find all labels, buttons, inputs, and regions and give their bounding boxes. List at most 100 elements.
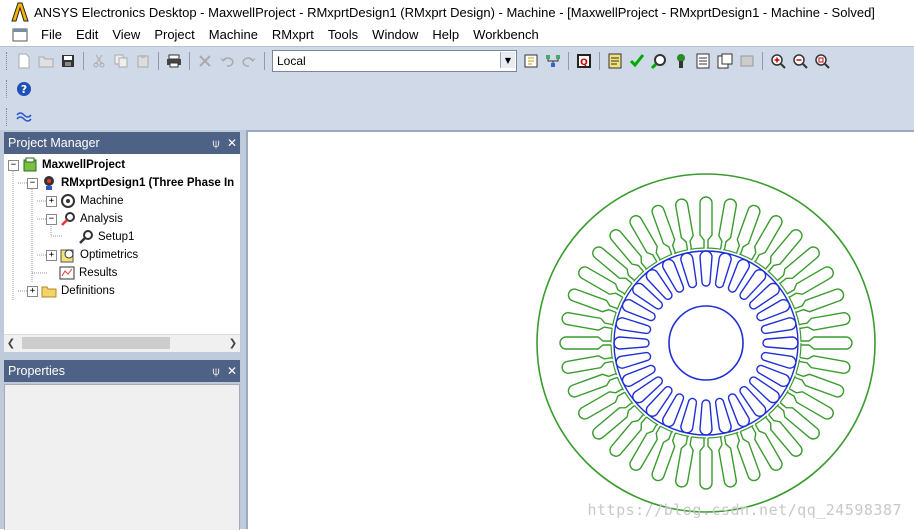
tree-item-project[interactable]: − MaxwellProject xyxy=(8,156,125,174)
menu-file[interactable]: File xyxy=(34,24,69,46)
menu-rmxprt[interactable]: RMxprt xyxy=(265,24,321,46)
scroll-left-icon[interactable]: ❮ xyxy=(4,335,18,352)
tree-item-definitions[interactable]: + Definitions xyxy=(27,282,115,300)
tree-item-analysis[interactable]: − Analysis xyxy=(46,210,123,228)
validate-icon[interactable] xyxy=(627,51,647,71)
stator-slot xyxy=(592,246,635,285)
redo-icon[interactable] xyxy=(239,51,259,71)
window-title: ANSYS Electronics Desktop - MaxwellProje… xyxy=(34,4,875,20)
collapse-icon[interactable]: − xyxy=(46,213,57,225)
tree-item-label: MaxwellProject xyxy=(42,159,126,171)
rotor-slot-outline xyxy=(632,376,663,404)
tree-item-label: Analysis xyxy=(80,213,123,225)
collapse-icon[interactable]: − xyxy=(27,177,38,189)
scroll-right-icon[interactable]: ❯ xyxy=(226,335,240,352)
tree-item-optimetrics[interactable]: + Optimetrics xyxy=(46,246,138,264)
analysis-icon xyxy=(61,212,75,226)
expand-icon[interactable]: + xyxy=(46,249,57,261)
help-icon[interactable]: ? xyxy=(14,79,34,99)
properties-header: Properties ⍦ ✕ xyxy=(4,360,240,382)
copy-icon[interactable] xyxy=(111,51,131,71)
pin-icon[interactable]: ⍦ xyxy=(208,136,224,151)
stator-slot-outline xyxy=(675,436,694,488)
stator-slot xyxy=(561,355,613,374)
stator-slot xyxy=(786,388,834,420)
delete-icon[interactable] xyxy=(195,51,215,71)
rotor-slot xyxy=(762,336,799,350)
stator-slot xyxy=(699,196,713,248)
queue-icon[interactable]: Q xyxy=(574,51,594,71)
tree-item-setup1[interactable]: Setup1 xyxy=(78,228,134,246)
stator-slot xyxy=(578,388,626,420)
zoom-fit-icon[interactable] xyxy=(812,51,832,71)
open-folder-icon[interactable] xyxy=(36,51,56,71)
solution-data-icon[interactable] xyxy=(671,51,691,71)
winding-editor-icon[interactable] xyxy=(14,107,34,127)
scroll-thumb[interactable] xyxy=(22,337,170,349)
disabled-tool-icon[interactable] xyxy=(737,51,757,71)
design-properties-icon[interactable] xyxy=(605,51,625,71)
cut-icon[interactable] xyxy=(89,51,109,71)
menu-machine[interactable]: Machine xyxy=(202,24,265,46)
chevron-down-icon[interactable]: ▼ xyxy=(500,52,515,68)
expand-icon[interactable]: + xyxy=(46,195,57,207)
stator-slot-outline xyxy=(735,431,761,482)
close-icon[interactable]: ✕ xyxy=(224,364,240,378)
report-icon[interactable] xyxy=(693,51,713,71)
stator-slot xyxy=(764,414,803,457)
new-file-icon[interactable] xyxy=(14,51,34,71)
network-icon[interactable] xyxy=(543,51,563,71)
pin-icon[interactable]: ⍦ xyxy=(208,364,224,379)
save-icon[interactable] xyxy=(58,51,78,71)
tree-item-design[interactable]: − RMxprtDesign1 (Three Phase In xyxy=(27,174,234,192)
stator-slot xyxy=(794,288,845,314)
title-bar: ANSYS Electronics Desktop - MaxwellProje… xyxy=(0,0,914,24)
paste-icon[interactable] xyxy=(133,51,153,71)
rotor-slot-outline xyxy=(756,299,791,322)
menu-view[interactable]: View xyxy=(105,24,147,46)
tree-item-label: Machine xyxy=(80,195,124,207)
analyze-icon[interactable] xyxy=(649,51,669,71)
menu-edit[interactable]: Edit xyxy=(69,24,105,46)
stator-slot xyxy=(718,198,737,250)
zoom-in-icon[interactable] xyxy=(768,51,788,71)
tree-item-results[interactable]: Results xyxy=(59,264,117,282)
menu-help[interactable]: Help xyxy=(425,24,466,46)
setup-machine-icon[interactable] xyxy=(521,51,541,71)
export-icon[interactable] xyxy=(715,51,735,71)
rotor-slot xyxy=(645,269,673,300)
toolbar-grip[interactable] xyxy=(6,108,10,126)
tree-item-machine[interactable]: + Machine xyxy=(46,192,123,210)
analysis-machine-select[interactable]: Local ▼ xyxy=(272,50,517,72)
stator-slot-outline xyxy=(718,198,737,250)
close-icon[interactable]: ✕ xyxy=(224,136,240,150)
collapse-icon[interactable]: − xyxy=(8,159,19,171)
menu-window[interactable]: Window xyxy=(365,24,425,46)
expand-icon[interactable]: + xyxy=(27,285,38,297)
menu-workbench[interactable]: Workbench xyxy=(466,24,546,46)
tree-item-label: RMxprtDesign1 (Three Phase In xyxy=(61,177,235,189)
print-icon[interactable] xyxy=(164,51,184,71)
stator-slot-outline xyxy=(592,246,635,285)
window-menu-icon[interactable] xyxy=(12,28,28,42)
rmxprt-toolbar xyxy=(0,104,35,130)
stator-slot-outline xyxy=(794,288,845,314)
stator-slot-outline xyxy=(801,336,853,350)
toolbar-grip[interactable] xyxy=(6,80,10,98)
stator-slot-outline xyxy=(578,388,626,420)
stator-slot xyxy=(651,431,677,482)
analysis-machine-value: Local xyxy=(277,54,306,68)
results-icon xyxy=(59,266,75,280)
rotor-slot xyxy=(645,386,673,417)
stator-slot-outline xyxy=(651,431,677,482)
menu-project[interactable]: Project xyxy=(147,24,201,46)
toolbar-grip[interactable] xyxy=(6,52,10,70)
tree-item-label: Optimetrics xyxy=(80,249,139,261)
machine-view-canvas[interactable]: https://blog.csdn.net/qq_24598387 xyxy=(246,130,914,529)
stator-slot-outline xyxy=(786,266,834,298)
rotor-slot xyxy=(756,299,791,322)
menu-tools[interactable]: Tools xyxy=(321,24,365,46)
tree-horizontal-scrollbar[interactable]: ❮ ❯ xyxy=(4,334,240,352)
zoom-out-icon[interactable] xyxy=(790,51,810,71)
undo-icon[interactable] xyxy=(217,51,237,71)
